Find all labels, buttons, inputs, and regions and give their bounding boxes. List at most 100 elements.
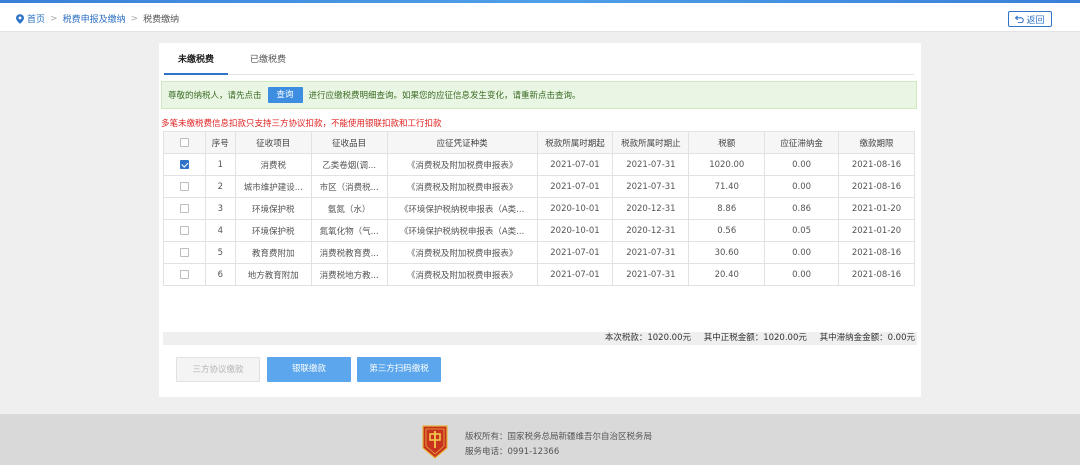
cell-deadline: 2021-08-16 <box>838 175 915 198</box>
info-bar: 尊敬的纳税人，请先点击 查询 进行应缴税费明细查询。如果您的应征信息发生变化，请… <box>161 81 917 109</box>
cell-late-fee: 0.00 <box>764 175 840 198</box>
header-tax-item: 征收项目 <box>234 131 312 154</box>
table-row[interactable]: 6 地方教育附加 消费税地方教... 《消费税及附加税费申报表》 2021-07… <box>163 263 915 286</box>
row-select-cell[interactable] <box>163 197 206 220</box>
cell-period-end: 2020-12-31 <box>612 219 690 242</box>
tab-paid[interactable]: 已缴税费 <box>238 51 298 75</box>
unionpay-payment-button[interactable]: 银联缴款 <box>267 357 351 382</box>
cell-tax-subitem: 市区（消费税... <box>310 175 388 198</box>
row-select-cell[interactable] <box>163 219 206 242</box>
row-select-cell[interactable] <box>163 175 206 198</box>
return-arrow-icon <box>1015 15 1025 23</box>
cell-voucher-type: 《消费税及附加税费申报表》 <box>386 263 538 286</box>
table-row[interactable]: 5 教育费附加 消费税教育费... 《消费税及附加税费申报表》 2021-07-… <box>163 241 915 264</box>
cell-tax-subitem: 消费税地方教... <box>310 263 388 286</box>
cell-voucher-type: 《消费税及附加税费申报表》 <box>386 241 538 264</box>
header-voucher-type: 应征凭证种类 <box>386 131 538 154</box>
info-prefix: 尊敬的纳税人，请先点击 <box>168 91 262 101</box>
breadcrumb-separator: > <box>50 13 58 24</box>
row-checkbox[interactable] <box>179 225 189 235</box>
third-party-scan-button[interactable]: 第三方扫码缴税 <box>357 357 441 382</box>
header-select-all[interactable] <box>163 131 206 154</box>
row-checkbox[interactable] <box>179 269 189 279</box>
cell-tax-item: 城市维护建设... <box>234 175 312 198</box>
summary-tax-due: 本次税款：1020.00元 <box>604 333 691 343</box>
cell-tax-amount: 8.86 <box>688 197 766 220</box>
row-select-cell[interactable] <box>163 263 206 286</box>
cell-deadline: 2021-01-20 <box>838 197 915 220</box>
cell-tax-subitem: 消费税教育费... <box>310 241 388 264</box>
tax-bureau-emblem-icon <box>422 425 448 459</box>
cell-voucher-type: 《环境保护税纳税申报表（A类... <box>386 197 538 220</box>
summary-bar: 本次税款：1020.00元 其中正税金额：1020.00元 其中滞纳金金额：0.… <box>163 332 917 345</box>
cell-period-start: 2020-10-01 <box>536 197 614 220</box>
cell-period-end: 2021-07-31 <box>612 263 690 286</box>
cell-voucher-type: 《消费税及附加税费申报表》 <box>386 175 538 198</box>
agreement-payment-button[interactable]: 三方协议缴款 <box>176 357 260 382</box>
info-suffix: 进行应缴税费明细查询。如果您的应征信息发生变化，请重新点击查询。 <box>308 91 581 101</box>
cell-deadline: 2021-08-16 <box>838 263 915 286</box>
unpaid-tax-table: 序号 征收项目 征收品目 应征凭证种类 税款所属时期起 税款所属时期止 税额 应… <box>163 131 915 286</box>
table-header-row: 序号 征收项目 征收品目 应征凭证种类 税款所属时期起 税款所属时期止 税额 应… <box>163 131 915 154</box>
cell-index: 2 <box>204 175 236 198</box>
header-tax-amount: 税额 <box>688 131 766 154</box>
cell-index: 4 <box>204 219 236 242</box>
table-row[interactable]: 1 消费税 乙类卷烟(调... 《消费税及附加税费申报表》 2021-07-01… <box>163 153 915 176</box>
table-row[interactable]: 4 环境保护税 氮氧化物（气... 《环境保护税纳税申报表（A类... 2020… <box>163 219 915 242</box>
cell-period-start: 2020-10-01 <box>536 219 614 242</box>
cell-period-start: 2021-07-01 <box>536 241 614 264</box>
cell-tax-item: 地方教育附加 <box>234 263 312 286</box>
table-row[interactable]: 2 城市维护建设... 市区（消费税... 《消费税及附加税费申报表》 2021… <box>163 175 915 198</box>
header-late-fee: 应征滞纳金 <box>764 131 840 154</box>
footer-text: 版权所有：国家税务总局新疆维吾尔自治区税务局 服务电话：0991-12366 <box>465 430 652 460</box>
cell-index: 5 <box>204 241 236 264</box>
cell-tax-subitem: 氮氧化物（气... <box>310 219 388 242</box>
header-index: 序号 <box>204 131 236 154</box>
cell-tax-subitem: 乙类卷烟(调... <box>310 153 388 176</box>
cell-tax-amount: 30.60 <box>688 241 766 264</box>
cell-period-end: 2020-12-31 <box>612 197 690 220</box>
row-checkbox[interactable] <box>179 159 189 169</box>
cell-late-fee: 0.00 <box>764 153 840 176</box>
cell-tax-item: 消费税 <box>234 153 312 176</box>
query-button[interactable]: 查询 <box>267 87 303 103</box>
cell-period-end: 2021-07-31 <box>612 241 690 264</box>
summary-principal: 其中正税金额：1020.00元 <box>703 333 807 343</box>
cell-voucher-type: 《环境保护税纳税申报表（A类... <box>386 219 538 242</box>
cell-period-end: 2021-07-31 <box>612 175 690 198</box>
cell-late-fee: 0.05 <box>764 219 840 242</box>
row-checkbox[interactable] <box>179 203 189 213</box>
select-all-checkbox[interactable] <box>179 137 189 147</box>
tab-bar: 未缴税费 已缴税费 <box>164 51 914 75</box>
cell-deadline: 2021-08-16 <box>838 241 915 264</box>
row-select-cell[interactable] <box>163 241 206 264</box>
cell-index: 6 <box>204 263 236 286</box>
row-checkbox[interactable] <box>179 247 189 257</box>
cell-index: 3 <box>204 197 236 220</box>
footer-phone: 服务电话：0991-12366 <box>465 447 560 457</box>
cell-late-fee: 0.86 <box>764 197 840 220</box>
tax-payment-panel: 未缴税费 已缴税费 尊敬的纳税人，请先点击 查询 进行应缴税费明细查询。如果您的… <box>159 43 921 397</box>
location-pin-icon <box>16 13 24 24</box>
cell-tax-amount: 1020.00 <box>688 153 766 176</box>
header-deadline: 缴款期限 <box>838 131 915 154</box>
cell-period-start: 2021-07-01 <box>536 153 614 176</box>
cell-deadline: 2021-08-16 <box>838 153 915 176</box>
back-button[interactable]: 返回 <box>1008 11 1052 27</box>
breadcrumb-current: 税费缴纳 <box>143 15 180 25</box>
row-select-cell[interactable] <box>163 153 206 176</box>
tab-unpaid[interactable]: 未缴税费 <box>164 51 228 75</box>
header-tax-subitem: 征收品目 <box>310 131 388 154</box>
table-row[interactable]: 3 环境保护税 氨氮（水） 《环境保护税纳税申报表（A类... 2020-10-… <box>163 197 915 220</box>
cell-tax-subitem: 氨氮（水） <box>310 197 388 220</box>
cell-period-end: 2021-07-31 <box>612 153 690 176</box>
breadcrumb-declaration[interactable]: 税费申报及缴纳 <box>63 12 126 25</box>
warning-message: 多笔未缴税费信息扣款只支持三方协议扣款，不能使用银联扣款和工行扣款 <box>161 119 442 129</box>
breadcrumb: 首页 > 税费申报及缴纳 > 税费缴纳 <box>16 12 179 25</box>
cell-late-fee: 0.00 <box>764 263 840 286</box>
breadcrumb-home[interactable]: 首页 <box>27 12 45 25</box>
cell-period-start: 2021-07-01 <box>536 263 614 286</box>
cell-tax-amount: 71.40 <box>688 175 766 198</box>
row-checkbox[interactable] <box>179 181 189 191</box>
cell-index: 1 <box>204 153 236 176</box>
